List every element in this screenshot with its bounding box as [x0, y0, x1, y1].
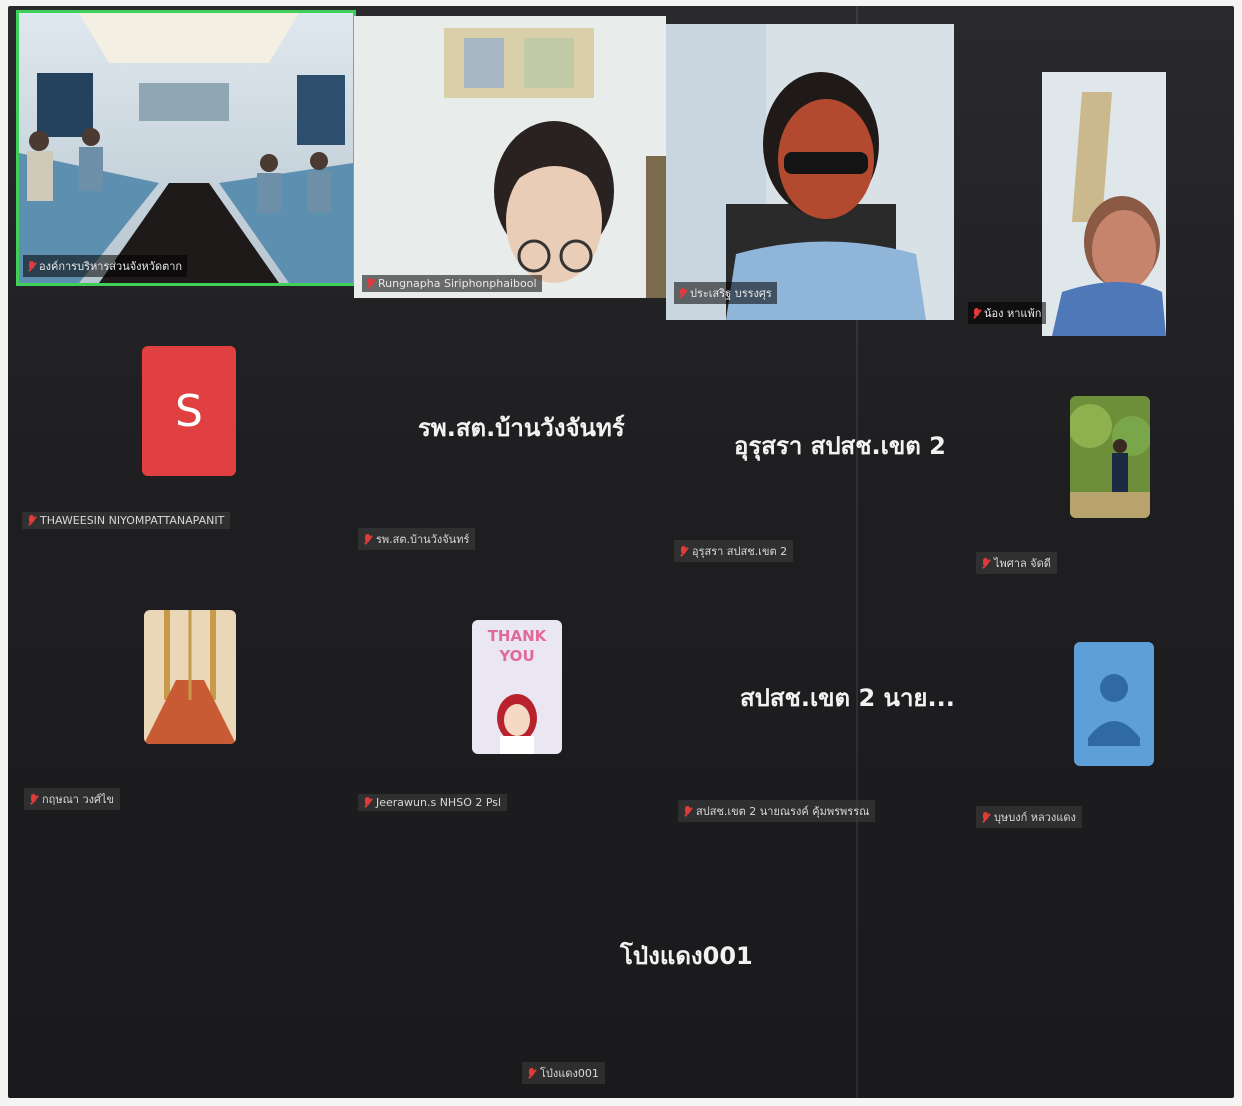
meeting-window: องค์การบริหารส่วนจังหวัดตาก Rungnapha Si…: [8, 6, 1234, 1098]
avatar-letter: S: [175, 385, 203, 437]
participant-nametag: สปสช.เขต 2 นายณรงค์ คุ้มพรพรรณ: [678, 800, 876, 822]
participant-nametag: โป่งแดง001: [522, 1062, 605, 1084]
mic-off-icon: [364, 533, 371, 545]
participant-name: ประเสริฐ บรรงศุร: [690, 287, 772, 300]
participant-nametag: Jeerawun.s NHSO 2 Psl: [358, 794, 508, 811]
participant-avatar-letter[interactable]: S: [142, 346, 236, 476]
video-tile-3[interactable]: ประเสริฐ บรรงศุร: [666, 24, 954, 320]
participant-name: โป่งแดง001: [540, 1067, 599, 1080]
mic-off-icon: [680, 545, 687, 557]
participant-name: THAWEESIN NIYOMPATTANAPANIT: [40, 514, 225, 527]
participant-display-name[interactable]: โป่งแดง001: [620, 936, 753, 975]
participant-avatar-default[interactable]: [1074, 642, 1154, 766]
participant-video: [354, 16, 666, 298]
participant-avatar-sticker[interactable]: THANK YOU: [472, 620, 562, 754]
participant-video: [666, 24, 954, 320]
video-tile-4[interactable]: [1042, 72, 1166, 336]
video-tile-2[interactable]: Rungnapha Siriphonphaibool: [354, 16, 666, 298]
participant-name: Jeerawun.s NHSO 2 Psl: [376, 796, 502, 809]
mic-off-icon: [982, 557, 989, 569]
participant-nametag: น้อง หาแพ้ก: [968, 302, 1047, 324]
participant-name: อุรุสรา สปสช.เขต 2: [692, 545, 788, 558]
participant-name: รพ.สต.บ้านวังจันทร์: [376, 533, 470, 546]
participant-nametag: องค์การบริหารส่วนจังหวัดตาก: [23, 255, 188, 277]
video-tile-1[interactable]: องค์การบริหารส่วนจังหวัดตาก: [16, 10, 356, 286]
participant-nametag: บุษบงก์ หลวงแดง: [976, 806, 1082, 828]
participant-nametag: THAWEESIN NIYOMPATTANAPANIT: [22, 512, 231, 529]
participant-video: [1042, 72, 1166, 336]
mic-off-icon: [679, 287, 686, 299]
participant-display-name[interactable]: สปสช.เขต 2 นาย...: [740, 678, 955, 717]
participant-nametag: ประเสริฐ บรรงศุร: [674, 282, 777, 304]
mic-off-icon: [982, 811, 989, 823]
participant-display-name[interactable]: อุรุสรา สปสช.เขต 2: [734, 426, 946, 465]
participant-name: สปสช.เขต 2 นายณรงค์ คุ้มพรพรรณ: [696, 805, 870, 818]
cartoon-girl-icon: [497, 694, 537, 754]
participant-avatar-photo[interactable]: [144, 610, 236, 744]
participant-nametag: อุรุสรา สปสช.เขต 2: [674, 540, 794, 562]
participant-nametag: รพ.สต.บ้านวังจันทร์: [358, 528, 476, 550]
participant-avatar-photo[interactable]: [1070, 396, 1150, 518]
mic-off-icon: [28, 260, 35, 272]
mic-off-icon: [367, 278, 374, 289]
mic-off-icon: [364, 797, 371, 808]
participant-nametag: ไพศาล จัดดี: [976, 552, 1057, 574]
participant-name: ไพศาล จัดดี: [994, 557, 1051, 570]
mic-off-icon: [684, 805, 691, 817]
mic-off-icon: [973, 307, 980, 319]
participant-name: กฤษณา วงศ์ไข: [42, 793, 115, 806]
mic-off-icon: [28, 515, 35, 526]
profile-photo: [144, 610, 236, 744]
profile-photo: [1070, 396, 1150, 518]
mic-off-icon: [528, 1067, 535, 1079]
participant-nametag: Rungnapha Siriphonphaibool: [362, 275, 542, 292]
participant-name: บุษบงก์ หลวงแดง: [994, 811, 1076, 824]
participant-name: องค์การบริหารส่วนจังหวัดตาก: [39, 260, 183, 273]
participant-name: น้อง หาแพ้ก: [984, 307, 1042, 320]
conference-room-video: [19, 13, 353, 283]
participant-name: Rungnapha Siriphonphaibool: [378, 277, 537, 290]
participant-nametag: กฤษณา วงศ์ไข: [24, 788, 121, 810]
person-icon: [1088, 674, 1140, 746]
mic-off-icon: [30, 793, 37, 805]
participant-display-name[interactable]: รพ.สต.บ้านวังจันทร์: [418, 408, 625, 447]
